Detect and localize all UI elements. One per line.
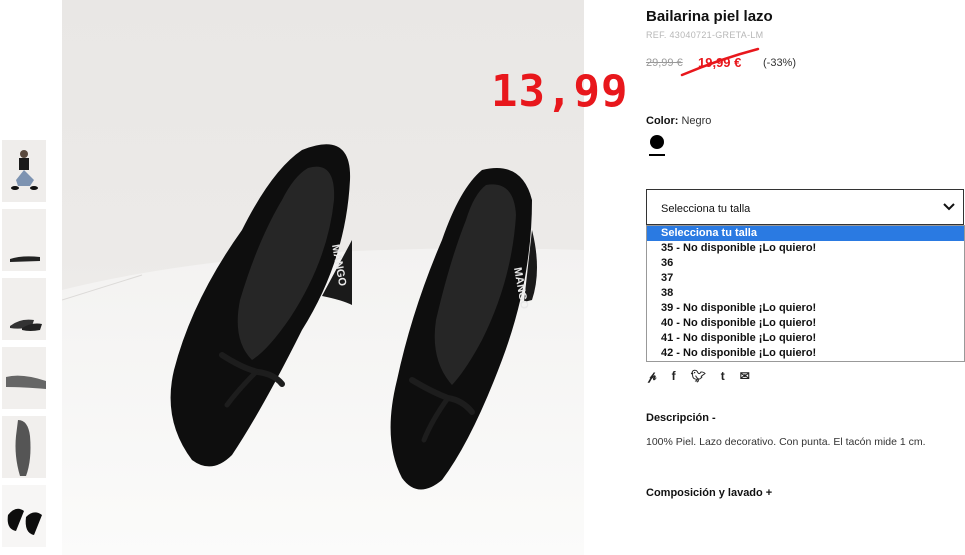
size-option[interactable]: 35 - No disponible ¡Lo quiero! (647, 241, 964, 256)
description-heading[interactable]: Descripción - (646, 412, 964, 424)
size-option[interactable]: 39 - No disponible ¡Lo quiero! (647, 301, 964, 316)
thumbnail-sole[interactable] (2, 347, 46, 409)
discount-badge: (-33%) (763, 57, 797, 69)
sale-price: 19,99 € (698, 55, 742, 70)
thumbnail-top[interactable] (2, 416, 46, 478)
share-bar: 𝓅 f 🐦︎ t ✉ (646, 368, 964, 384)
size-option[interactable]: 41 - No disponible ¡Lo quiero! (647, 331, 964, 346)
thumbnail-pair-front[interactable] (2, 485, 46, 547)
product-info-panel: Bailarina piel lazo REF. 43040721-GRETA-… (646, 0, 965, 499)
size-option[interactable]: 42 - No disponible ¡Lo quiero! (647, 346, 964, 361)
product-title: Bailarina piel lazo (646, 8, 773, 25)
chevron-down-icon (943, 203, 955, 211)
overlay-price-annotation: 13,99 (491, 66, 629, 117)
size-option[interactable]: 37 (647, 271, 964, 286)
thumbnail-list (2, 140, 48, 554)
size-option[interactable]: 40 - No disponible ¡Lo quiero! (647, 316, 964, 331)
twitter-icon[interactable]: 🐦︎ (691, 369, 706, 383)
thumbnail-pair-angle[interactable] (2, 278, 46, 340)
thumbnail-side[interactable] (2, 209, 46, 271)
facebook-icon[interactable]: f (672, 369, 676, 383)
size-dropdown-list: Selecciona tu talla 35 - No disponible ¡… (646, 225, 965, 362)
size-option[interactable]: Selecciona tu talla (647, 226, 964, 241)
color-label: Color: (646, 115, 679, 127)
selected-swatch-indicator (649, 154, 665, 156)
tumblr-icon[interactable]: t (721, 369, 725, 383)
size-select-value: Selecciona tu talla (661, 203, 751, 215)
pinterest-icon[interactable]: 𝓅 (648, 369, 657, 384)
color-value: Negro (681, 115, 712, 127)
product-reference: REF. 43040721-GRETA-LM (646, 30, 764, 40)
color-row: Color: Negro (646, 115, 964, 127)
email-icon[interactable]: ✉ (740, 369, 750, 383)
original-price: 29,99 € (646, 57, 683, 69)
size-option[interactable]: 38 (647, 286, 964, 301)
composition-heading[interactable]: Composición y lavado + (646, 487, 964, 499)
description-text: 100% Piel. Lazo decorativo. Con punta. E… (646, 436, 926, 448)
size-option[interactable]: 36 (647, 256, 964, 271)
color-swatch-black[interactable] (650, 135, 664, 149)
price-row: 29,99 € 19,99 € (-33%) (646, 47, 964, 77)
size-select[interactable]: Selecciona tu talla (646, 189, 964, 225)
thumbnail-model[interactable] (2, 140, 46, 202)
